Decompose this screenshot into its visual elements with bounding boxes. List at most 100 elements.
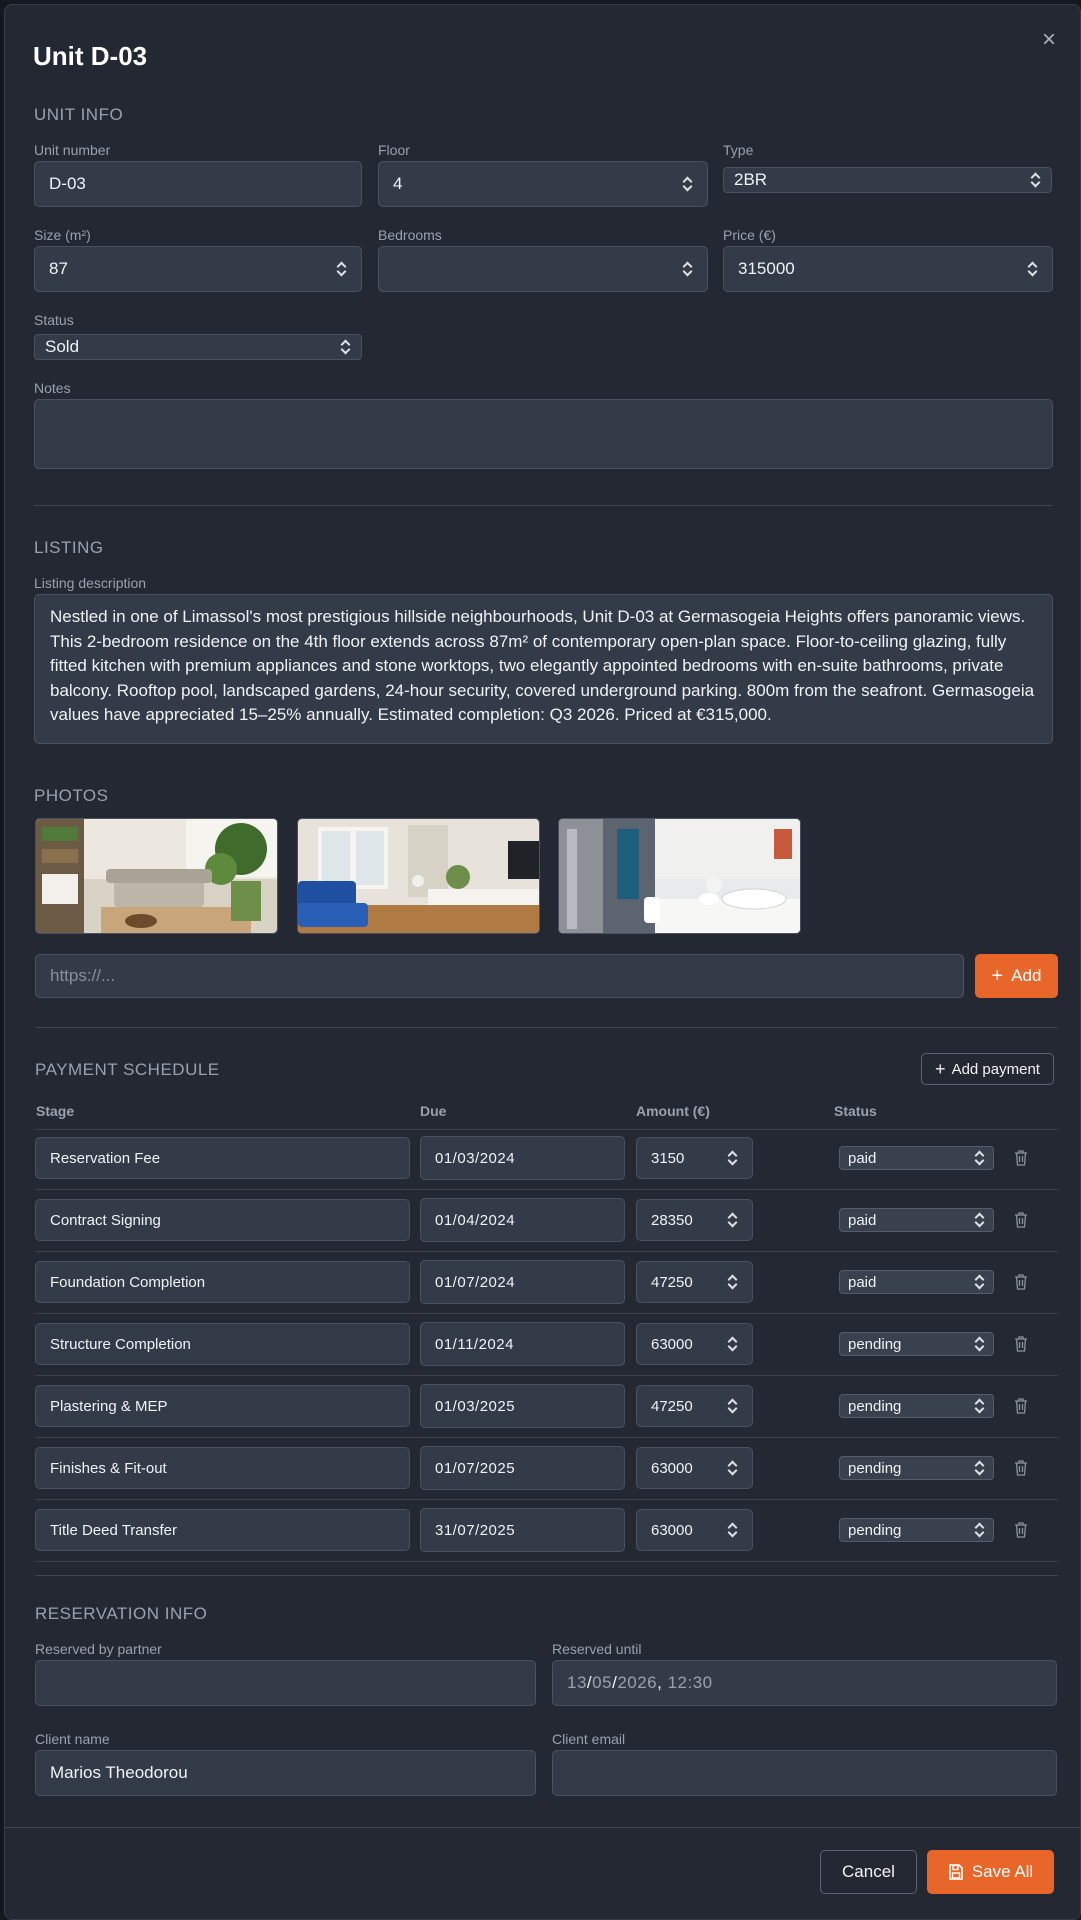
photo-living-room-blue-sofa[interactable] — [297, 818, 540, 934]
listing-description-textarea[interactable]: Nestled in one of Limassol's most presti… — [34, 594, 1053, 744]
table-header-divider — [35, 1129, 1058, 1130]
payment-status-select[interactable]: paid — [839, 1146, 994, 1170]
due-date-input[interactable]: 31/07/2025 — [420, 1508, 625, 1552]
chevron-updown-icon — [975, 1460, 985, 1476]
stage-value: Contract Signing — [50, 1211, 161, 1229]
stepper-icon[interactable] — [1028, 261, 1038, 277]
stage-input[interactable]: Reservation Fee — [35, 1137, 410, 1179]
size-input[interactable]: 87 — [34, 246, 362, 292]
modal-footer: Cancel Save All — [5, 1827, 1080, 1919]
status-select[interactable]: Sold — [34, 334, 362, 360]
photo-bathroom[interactable] — [558, 818, 801, 934]
stage-value: Reservation Fee — [50, 1149, 161, 1167]
amount-value: 3150 — [651, 1149, 685, 1167]
payment-status-select[interactable]: pending — [839, 1518, 994, 1542]
cancel-button[interactable]: Cancel — [820, 1850, 917, 1894]
amount-input[interactable]: 63000 — [636, 1509, 753, 1551]
payment-status-select[interactable]: pending — [839, 1332, 994, 1356]
stage-input[interactable]: Finishes & Fit-out — [35, 1447, 410, 1489]
save-all-button[interactable]: Save All — [927, 1850, 1054, 1894]
payment-status-select[interactable]: pending — [839, 1456, 994, 1480]
photo-living-room[interactable] — [35, 818, 278, 934]
add-payment-button[interactable]: + Add payment — [921, 1053, 1054, 1085]
stage-value: Plastering & MEP — [50, 1397, 168, 1415]
reserved-until-time: 12:30 — [667, 1673, 713, 1692]
price-value: 315000 — [738, 259, 795, 278]
payment-status-value: paid — [848, 1211, 877, 1229]
column-header-status: Status — [834, 1103, 877, 1119]
add-photo-label: Add — [1011, 966, 1042, 985]
row-divider — [35, 1313, 1058, 1314]
stepper-icon[interactable] — [728, 1522, 738, 1538]
notes-textarea[interactable] — [34, 399, 1053, 469]
client-name-input[interactable]: Marios Theodorou — [35, 1750, 536, 1796]
stage-input[interactable]: Structure Completion — [35, 1323, 410, 1365]
unit-edit-modal: × Unit D-03 UNIT INFO Unit number D-03 F… — [4, 4, 1081, 1920]
trash-icon[interactable] — [1014, 1212, 1028, 1233]
due-date-input[interactable]: 01/03/2024 — [420, 1136, 625, 1180]
add-payment-label: Add payment — [951, 1060, 1040, 1078]
stepper-icon[interactable] — [683, 176, 693, 192]
column-header-due: Due — [420, 1103, 447, 1119]
size-label: Size (m²) — [34, 227, 91, 243]
due-date-input[interactable]: 01/07/2024 — [420, 1260, 625, 1304]
listing-heading: LISTING — [34, 538, 104, 557]
due-date-input[interactable]: 01/07/2025 — [420, 1446, 625, 1490]
chevron-updown-icon — [975, 1398, 985, 1414]
amount-value: 47250 — [651, 1397, 693, 1415]
stage-input[interactable]: Plastering & MEP — [35, 1385, 410, 1427]
reserved-until-input[interactable]: 13/05/2026, 12:30 — [552, 1660, 1057, 1706]
add-photo-button[interactable]: + Add — [975, 954, 1058, 998]
stage-input[interactable]: Title Deed Transfer — [35, 1509, 410, 1551]
trash-icon[interactable] — [1014, 1150, 1028, 1171]
type-label: Type — [723, 142, 754, 158]
trash-icon[interactable] — [1014, 1336, 1028, 1357]
payment-status-select[interactable]: pending — [839, 1394, 994, 1418]
price-input[interactable]: 315000 — [723, 246, 1053, 292]
amount-input[interactable]: 47250 — [636, 1261, 753, 1303]
close-icon[interactable]: × — [1038, 28, 1060, 52]
amount-input[interactable]: 28350 — [636, 1199, 753, 1241]
stepper-icon[interactable] — [728, 1150, 738, 1166]
stage-input[interactable]: Contract Signing — [35, 1199, 410, 1241]
cancel-label: Cancel — [842, 1862, 895, 1881]
stepper-icon[interactable] — [728, 1212, 738, 1228]
stage-input[interactable]: Foundation Completion — [35, 1261, 410, 1303]
floor-input[interactable]: 4 — [378, 161, 708, 207]
amount-input[interactable]: 47250 — [636, 1385, 753, 1427]
stepper-icon[interactable] — [728, 1460, 738, 1476]
stepper-icon[interactable] — [683, 261, 693, 277]
due-date-input[interactable]: 01/11/2024 — [420, 1322, 625, 1366]
trash-icon[interactable] — [1014, 1398, 1028, 1419]
payment-status-select[interactable]: paid — [839, 1208, 994, 1232]
payment-status-select[interactable]: paid — [839, 1270, 994, 1294]
amount-input[interactable]: 3150 — [636, 1137, 753, 1179]
trash-icon[interactable] — [1014, 1274, 1028, 1295]
unit-number-input[interactable]: D-03 — [34, 161, 362, 207]
amount-value: 47250 — [651, 1273, 693, 1291]
due-date-input[interactable]: 01/04/2024 — [420, 1198, 625, 1242]
payment-status-value: paid — [848, 1149, 877, 1167]
due-date-value: 01/07/2024 — [435, 1273, 516, 1291]
stepper-icon[interactable] — [728, 1398, 738, 1414]
amount-input[interactable]: 63000 — [636, 1323, 753, 1365]
payment-status-value: pending — [848, 1397, 902, 1415]
photo-url-input[interactable]: https://... — [35, 954, 964, 998]
stepper-icon[interactable] — [337, 261, 347, 277]
due-date-input[interactable]: 01/03/2025 — [420, 1384, 625, 1428]
type-select[interactable]: 2BR — [723, 167, 1052, 193]
save-icon — [948, 1864, 963, 1880]
client-name-value: Marios Theodorou — [50, 1763, 188, 1782]
trash-icon[interactable] — [1014, 1522, 1028, 1543]
stepper-icon[interactable] — [728, 1336, 738, 1352]
trash-icon[interactable] — [1014, 1460, 1028, 1481]
reserved-until-month: 05 — [592, 1673, 613, 1692]
reserved-by-partner-input[interactable] — [35, 1660, 536, 1706]
client-email-label: Client email — [552, 1731, 626, 1747]
client-email-input[interactable] — [552, 1750, 1057, 1796]
amount-input[interactable]: 63000 — [636, 1447, 753, 1489]
stage-value: Title Deed Transfer — [50, 1521, 177, 1539]
bedrooms-input[interactable] — [378, 246, 708, 292]
status-label: Status — [34, 312, 74, 328]
stepper-icon[interactable] — [728, 1274, 738, 1290]
